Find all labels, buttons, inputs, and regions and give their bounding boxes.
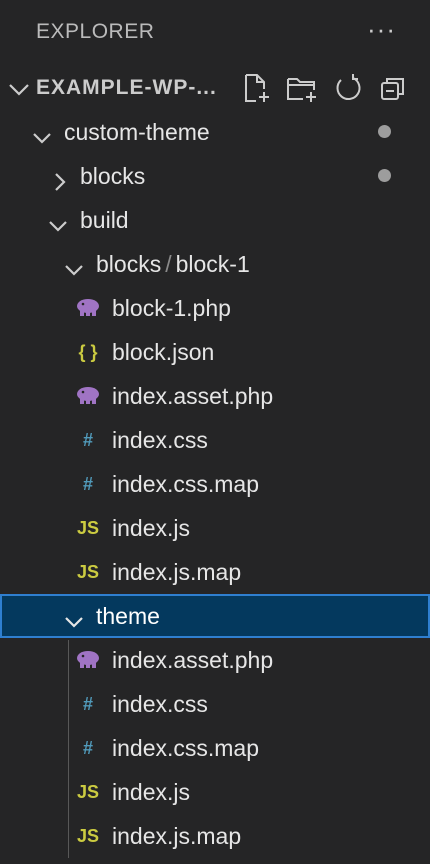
tree-label: index.asset.php: [112, 647, 274, 673]
refresh-icon[interactable]: [332, 72, 364, 104]
tree-label: index.js.map: [112, 823, 242, 849]
tree-folder-blocks[interactable]: blocks: [0, 154, 430, 198]
js-icon: JS: [76, 826, 100, 846]
tree-file-index-js[interactable]: JS index.js: [0, 770, 430, 814]
modified-indicator: [378, 169, 391, 182]
js-icon: JS: [76, 562, 100, 582]
new-file-icon[interactable]: [240, 72, 272, 104]
tree-label: theme: [96, 603, 160, 629]
tree-label: build: [80, 207, 129, 233]
path-segment[interactable]: blocks: [96, 251, 161, 277]
tree-folder-theme[interactable]: theme: [0, 594, 430, 638]
tree-file-index-css[interactable]: # index.css: [0, 418, 430, 462]
tree-folder-build[interactable]: build: [0, 198, 430, 242]
collapse-all-icon[interactable]: [378, 72, 410, 104]
new-folder-icon[interactable]: [286, 72, 318, 104]
tree-label-compact: blocks / block-1: [96, 242, 250, 286]
tree-label: block-1.php: [112, 295, 231, 321]
json-icon: { }: [78, 342, 98, 362]
tree-folder-blocks-block-1[interactable]: blocks / block-1: [0, 242, 430, 286]
path-separator: /: [165, 251, 172, 277]
explorer-title: EXPLORER: [36, 20, 155, 43]
css-icon: #: [82, 694, 93, 714]
css-icon: #: [82, 430, 93, 450]
workspace-name: EXAMPLE-WP-...: [36, 76, 217, 99]
js-icon: JS: [76, 782, 100, 802]
tree-label: block.json: [112, 339, 215, 365]
css-icon: #: [82, 474, 93, 494]
explorer-header: EXPLORER ···: [0, 0, 430, 64]
php-icon: [74, 286, 102, 330]
tree-label: index.js: [112, 779, 190, 805]
tree-label: index.asset.php: [112, 383, 274, 409]
tree-file-index-css[interactable]: # index.css: [0, 682, 430, 726]
tree-label: index.js: [112, 515, 190, 541]
workspace-section-header[interactable]: EXAMPLE-WP-...: [0, 66, 430, 110]
tree-label: index.css: [112, 427, 208, 453]
modified-indicator: [378, 125, 391, 138]
chevron-down-icon: [6, 76, 32, 107]
tree-label: index.js.map: [112, 559, 242, 585]
tree-file-index-asset-php[interactable]: index.asset.php: [0, 374, 430, 418]
tree-file-block-json[interactable]: { } block.json: [0, 330, 430, 374]
php-icon: [74, 638, 102, 682]
js-icon: JS: [76, 518, 100, 538]
tree-label: index.css.map: [112, 735, 260, 761]
php-icon: [74, 374, 102, 418]
tree-file-index-asset-php[interactable]: index.asset.php: [0, 638, 430, 682]
tree-file-index-js[interactable]: JS index.js: [0, 506, 430, 550]
tree-label: blocks: [80, 163, 146, 189]
tree-file-block-1-php[interactable]: block-1.php: [0, 286, 430, 330]
tree-file-index-js-map[interactable]: JS index.js.map: [0, 550, 430, 594]
tree-file-index-css-map[interactable]: # index.css.map: [0, 726, 430, 770]
tree-file-index-js-map[interactable]: JS index.js.map: [0, 814, 430, 858]
path-segment[interactable]: block-1: [176, 251, 250, 277]
tree-label: custom-theme: [64, 119, 210, 145]
tree-label: index.css.map: [112, 471, 260, 497]
tree-folder-custom-theme[interactable]: custom-theme: [0, 110, 430, 154]
more-actions-icon[interactable]: ···: [367, 14, 396, 45]
tree-label: index.css: [112, 691, 208, 717]
tree-file-index-css-map[interactable]: # index.css.map: [0, 462, 430, 506]
css-icon: #: [82, 738, 93, 758]
